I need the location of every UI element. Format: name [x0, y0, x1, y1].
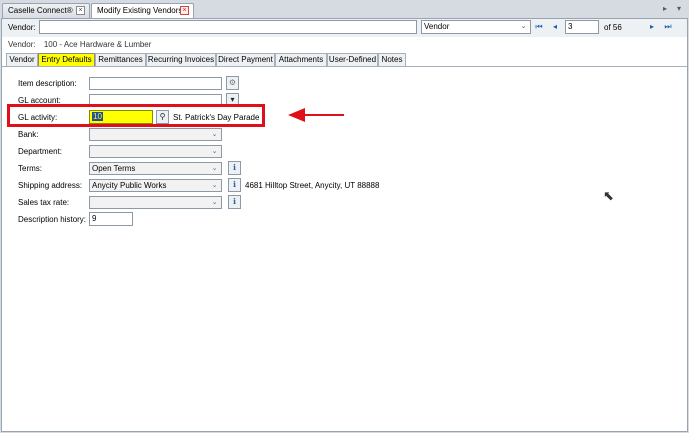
close-icon[interactable]: × — [76, 6, 85, 15]
mouse-cursor-icon: ⬉ — [603, 188, 614, 203]
chevron-down-icon[interactable]: ⌄ — [209, 146, 220, 157]
item-lookup-icon[interactable]: ⚙ — [226, 76, 239, 90]
item-description-input[interactable] — [89, 77, 222, 90]
tab-label: Caselle Connect® — [8, 6, 73, 15]
record-total: of 56 — [604, 23, 622, 32]
tab-list-dropdown-icon[interactable]: ▾ — [674, 4, 684, 14]
tab-divider — [2, 66, 687, 67]
tab-notes[interactable]: Notes — [378, 53, 406, 66]
tab-entry-defaults[interactable]: Entry Defaults — [38, 53, 95, 66]
shipping-address-label: Shipping address: — [18, 181, 83, 190]
tab-vendor[interactable]: Vendor — [6, 53, 38, 66]
tab-caselle-connect[interactable]: Caselle Connect® × — [2, 3, 90, 18]
sales-tax-rate-label: Sales tax rate: — [18, 198, 70, 207]
sales-tax-rate-info-icon[interactable]: ℹ — [228, 195, 241, 209]
search-label: Vendor: — [8, 23, 36, 32]
chevron-down-icon[interactable]: ⌄ — [209, 180, 220, 191]
scroll-tabs-right-icon[interactable]: ▸ — [660, 4, 670, 14]
search-mode-value: Vendor — [424, 22, 450, 31]
tab-modify-existing-vendors[interactable]: Modify Existing Vendors × — [91, 3, 194, 18]
close-icon[interactable]: × — [180, 6, 189, 15]
search-mode-select[interactable]: Vendor ⌄ — [421, 20, 531, 34]
tab-attachments[interactable]: Attachments — [275, 53, 327, 66]
annotation-arrow-line — [304, 114, 344, 116]
previous-record-icon[interactable]: ◂ — [550, 21, 560, 33]
sales-tax-rate-select[interactable]: ⌄ — [89, 196, 222, 209]
terms-value: Open Terms — [92, 164, 136, 173]
terms-label: Terms: — [18, 164, 42, 173]
record-number-input[interactable]: 3 — [565, 20, 599, 34]
bank-select[interactable]: ⌄ — [89, 128, 222, 141]
annotation-highlight-box — [7, 104, 265, 127]
chevron-down-icon[interactable]: ⌄ — [518, 22, 529, 32]
annotation-arrow-icon — [288, 108, 305, 122]
vendor-search-bar: Vendor: Vendor ⌄ ⏮ ◂ 3 of 56 ▸ ⏭ — [2, 19, 687, 37]
first-record-icon[interactable]: ⏮ — [534, 21, 544, 33]
description-history-input[interactable]: 9 — [89, 212, 133, 226]
department-label: Department: — [18, 147, 63, 156]
terms-info-icon[interactable]: ℹ — [228, 161, 241, 175]
tab-label: Modify Existing Vendors — [97, 6, 183, 15]
tab-recurring-invoices[interactable]: Recurring Invoices — [146, 53, 216, 66]
shipping-address-text: 4681 Hilltop Street, Anycity, UT 88888 — [245, 181, 380, 190]
vendor-info-label: Vendor: — [8, 40, 36, 49]
chevron-down-icon[interactable]: ⌄ — [209, 197, 220, 208]
document-tab-strip: Caselle Connect® × Modify Existing Vendo… — [0, 0, 689, 18]
shipping-address-info-icon[interactable]: ℹ — [228, 178, 241, 192]
item-description-label: Item description: — [18, 79, 77, 88]
department-select[interactable]: ⌄ — [89, 145, 222, 158]
last-record-icon[interactable]: ⏭ — [663, 21, 673, 33]
shipping-address-select[interactable]: Anycity Public Works ⌄ — [89, 179, 222, 192]
bank-label: Bank: — [18, 130, 39, 139]
tab-user-defined[interactable]: User-Defined — [327, 53, 378, 66]
next-record-icon[interactable]: ▸ — [647, 21, 657, 33]
chevron-down-icon[interactable]: ⌄ — [209, 129, 220, 140]
vendor-info-value: 100 - Ace Hardware & Lumber — [43, 40, 152, 49]
chevron-down-icon[interactable]: ⌄ — [209, 163, 220, 174]
vendor-info: Vendor: 100 - Ace Hardware & Lumber — [8, 40, 151, 49]
vendor-search-input[interactable] — [39, 20, 417, 34]
shipping-address-value: Anycity Public Works — [92, 181, 167, 190]
terms-select[interactable]: Open Terms ⌄ — [89, 162, 222, 175]
tab-remittances[interactable]: Remittances — [95, 53, 146, 66]
description-history-label: Description history: — [18, 215, 87, 224]
tab-direct-payment[interactable]: Direct Payment — [216, 53, 275, 66]
